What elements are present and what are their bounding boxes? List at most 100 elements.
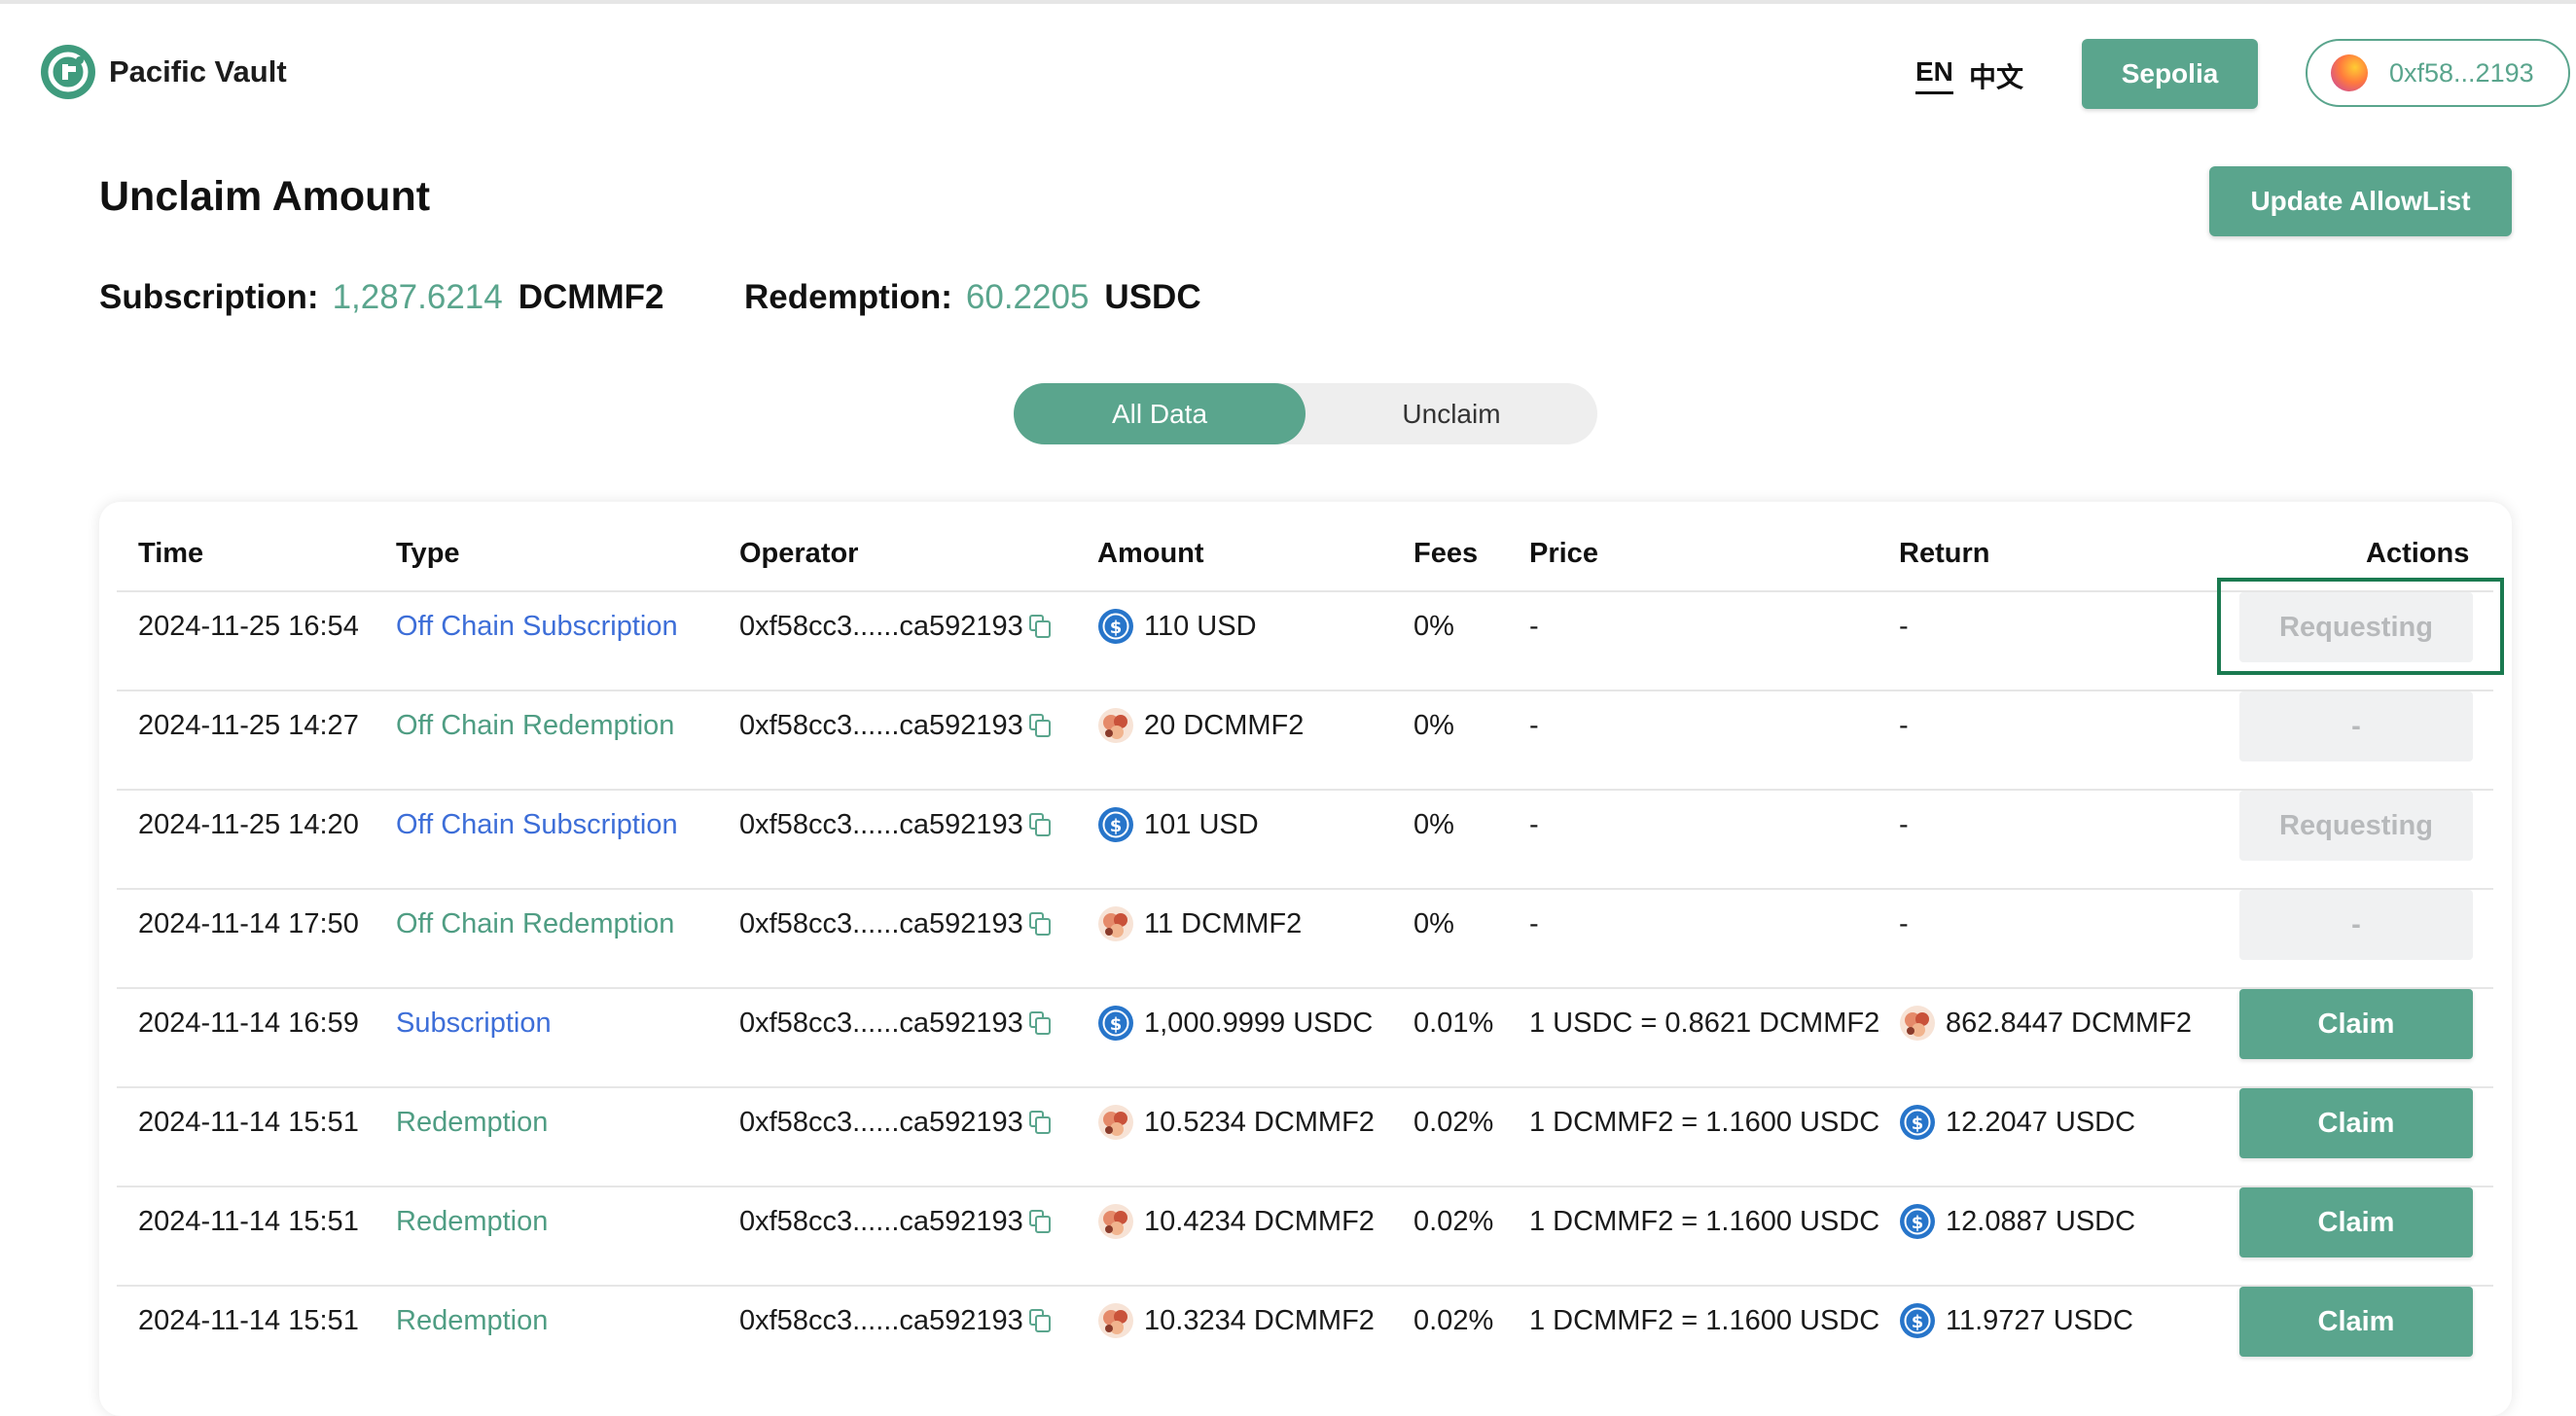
row-price: - xyxy=(1529,805,1539,844)
col-header-price: Price xyxy=(1529,538,1598,569)
row-divider xyxy=(117,987,2493,989)
row-type-link[interactable]: Redemption xyxy=(396,1103,548,1142)
row-amount: 11 DCMMF2 xyxy=(1097,904,1302,943)
row-return-text: - xyxy=(1899,808,1909,840)
row-type-link[interactable]: Redemption xyxy=(396,1202,548,1241)
copy-icon[interactable] xyxy=(1028,813,1051,836)
row-return: $12.2047 USDC xyxy=(1899,1103,2135,1142)
svg-text:$: $ xyxy=(1110,618,1123,638)
claim-button[interactable]: Claim xyxy=(2239,1187,2473,1257)
redemption-value: 60.2205 xyxy=(965,278,1090,316)
row-return-text: - xyxy=(1899,709,1909,741)
row-operator: 0xf58cc3......ca592193 xyxy=(739,1004,1051,1043)
wallet-address: 0xf58...2193 xyxy=(2389,57,2534,88)
row-price: 1 DCMMF2 = 1.1600 USDC xyxy=(1529,1301,1879,1340)
row-operator-text: 0xf58cc3......ca592193 xyxy=(739,808,1023,840)
row-return-text: 11.9727 USDC xyxy=(1946,1304,2133,1336)
row-time-text: 2024-11-14 15:51 xyxy=(138,1106,359,1138)
dcmmf-token-icon xyxy=(1098,1303,1133,1338)
row-return: - xyxy=(1899,706,1909,745)
redemption-label: Redemption: xyxy=(744,278,952,316)
row-price: - xyxy=(1529,706,1539,745)
row-type-link[interactable]: Off Chain Subscription xyxy=(396,607,678,646)
row-time-text: 2024-11-25 16:54 xyxy=(138,610,359,642)
row-type-link-text: Off Chain Subscription xyxy=(396,610,678,642)
copy-icon[interactable] xyxy=(1028,1309,1051,1332)
row-operator-text: 0xf58cc3......ca592193 xyxy=(739,1205,1023,1237)
claim-button[interactable]: Claim xyxy=(2239,1287,2473,1357)
wallet-button[interactable]: 0xf58...2193 xyxy=(2306,39,2570,107)
col-header-operator: Operator xyxy=(739,538,859,569)
row-time: 2024-11-14 17:50 xyxy=(138,904,359,943)
subscription-label: Subscription: xyxy=(99,278,319,316)
row-type-link[interactable]: Subscription xyxy=(396,1004,552,1043)
row-amount: 10.4234 DCMMF2 xyxy=(1097,1202,1375,1241)
row-fees-text: 0% xyxy=(1413,610,1454,642)
tab-unclaim[interactable]: Unclaim xyxy=(1306,383,1597,444)
col-header-fees: Fees xyxy=(1413,538,1479,569)
lang-en-toggle[interactable]: EN xyxy=(1915,56,1953,94)
network-button[interactable]: Sepolia xyxy=(2082,39,2258,109)
row-type-link-text: Off Chain Redemption xyxy=(396,709,675,741)
col-header-return: Return xyxy=(1899,538,1990,569)
copy-icon[interactable] xyxy=(1028,615,1051,638)
row-operator: 0xf58cc3......ca592193 xyxy=(739,805,1051,844)
row-fees: 0% xyxy=(1413,904,1454,943)
copy-icon[interactable] xyxy=(1028,714,1051,737)
row-type-link-text: Redemption xyxy=(396,1304,549,1336)
row-type-link[interactable]: Off Chain Redemption xyxy=(396,706,674,745)
col-header-type: Type xyxy=(396,538,460,569)
row-return-text: - xyxy=(1899,907,1909,939)
row-type-link[interactable]: Off Chain Redemption xyxy=(396,904,674,943)
usd-coin-icon: $ xyxy=(1098,807,1133,842)
row-type-link-text: Redemption xyxy=(396,1205,549,1237)
usd-coin-icon: $ xyxy=(1900,1105,1935,1140)
row-fees: 0.01% xyxy=(1413,1004,1493,1043)
row-type-link-text: Redemption xyxy=(396,1106,549,1138)
update-allowlist-button[interactable]: Update AllowList xyxy=(2209,166,2512,236)
row-return-text: 12.0887 USDC xyxy=(1946,1205,2136,1237)
claim-button[interactable]: Claim xyxy=(2239,1088,2473,1158)
row-fees-text: 0% xyxy=(1413,709,1454,741)
row-operator-text: 0xf58cc3......ca592193 xyxy=(739,907,1023,939)
action-button-disabled: - xyxy=(2239,691,2473,761)
row-operator: 0xf58cc3......ca592193 xyxy=(739,904,1051,943)
tab-all-data[interactable]: All Data xyxy=(1014,383,1306,444)
row-fees-text: 0.01% xyxy=(1413,1007,1494,1039)
app-logo[interactable]: Pacific Vault xyxy=(39,43,287,101)
subscription-summary: Subscription: 1,287.6214 DCMMF2 xyxy=(99,278,663,317)
row-price-text: 1 DCMMF2 = 1.1600 USDC xyxy=(1529,1304,1880,1336)
row-price-text: - xyxy=(1529,709,1539,741)
copy-icon[interactable] xyxy=(1028,1011,1051,1035)
row-type-link-text: Subscription xyxy=(396,1007,552,1039)
row-return-text: - xyxy=(1899,610,1909,642)
svg-text:$: $ xyxy=(1110,1014,1123,1035)
claim-button[interactable]: Claim xyxy=(2239,989,2473,1059)
row-fees-text: 0.02% xyxy=(1413,1205,1494,1237)
redemption-summary: Redemption: 60.2205 USDC xyxy=(744,278,1201,317)
dcmmf-token-icon xyxy=(1098,708,1133,743)
row-fees: 0% xyxy=(1413,805,1454,844)
subscription-unit: DCMMF2 xyxy=(518,278,664,316)
lang-zh-toggle[interactable]: 中文 xyxy=(1969,56,2023,95)
row-operator: 0xf58cc3......ca592193 xyxy=(739,1202,1051,1241)
row-price-text: 1 USDC = 0.8621 DCMMF2 xyxy=(1529,1007,1880,1039)
row-amount: $101 USD xyxy=(1097,805,1259,844)
top-divider xyxy=(0,0,2576,4)
row-price-text: - xyxy=(1529,808,1539,840)
row-operator: 0xf58cc3......ca592193 xyxy=(739,706,1051,745)
row-fees: 0.02% xyxy=(1413,1103,1493,1142)
copy-icon[interactable] xyxy=(1028,1111,1051,1134)
copy-icon[interactable] xyxy=(1028,1210,1051,1233)
dcmmf-token-icon xyxy=(1098,906,1133,941)
row-return-text: 862.8447 DCMMF2 xyxy=(1946,1007,2193,1039)
row-divider xyxy=(117,1186,2493,1187)
row-fees: 0% xyxy=(1413,706,1454,745)
row-type-link[interactable]: Redemption xyxy=(396,1301,548,1340)
row-amount-text: 20 DCMMF2 xyxy=(1144,709,1305,741)
row-price-text: - xyxy=(1529,907,1539,939)
col-header-actions: Actions xyxy=(2366,538,2470,569)
col-header-time: Time xyxy=(138,538,204,569)
copy-icon[interactable] xyxy=(1028,912,1051,936)
row-type-link[interactable]: Off Chain Subscription xyxy=(396,805,678,844)
